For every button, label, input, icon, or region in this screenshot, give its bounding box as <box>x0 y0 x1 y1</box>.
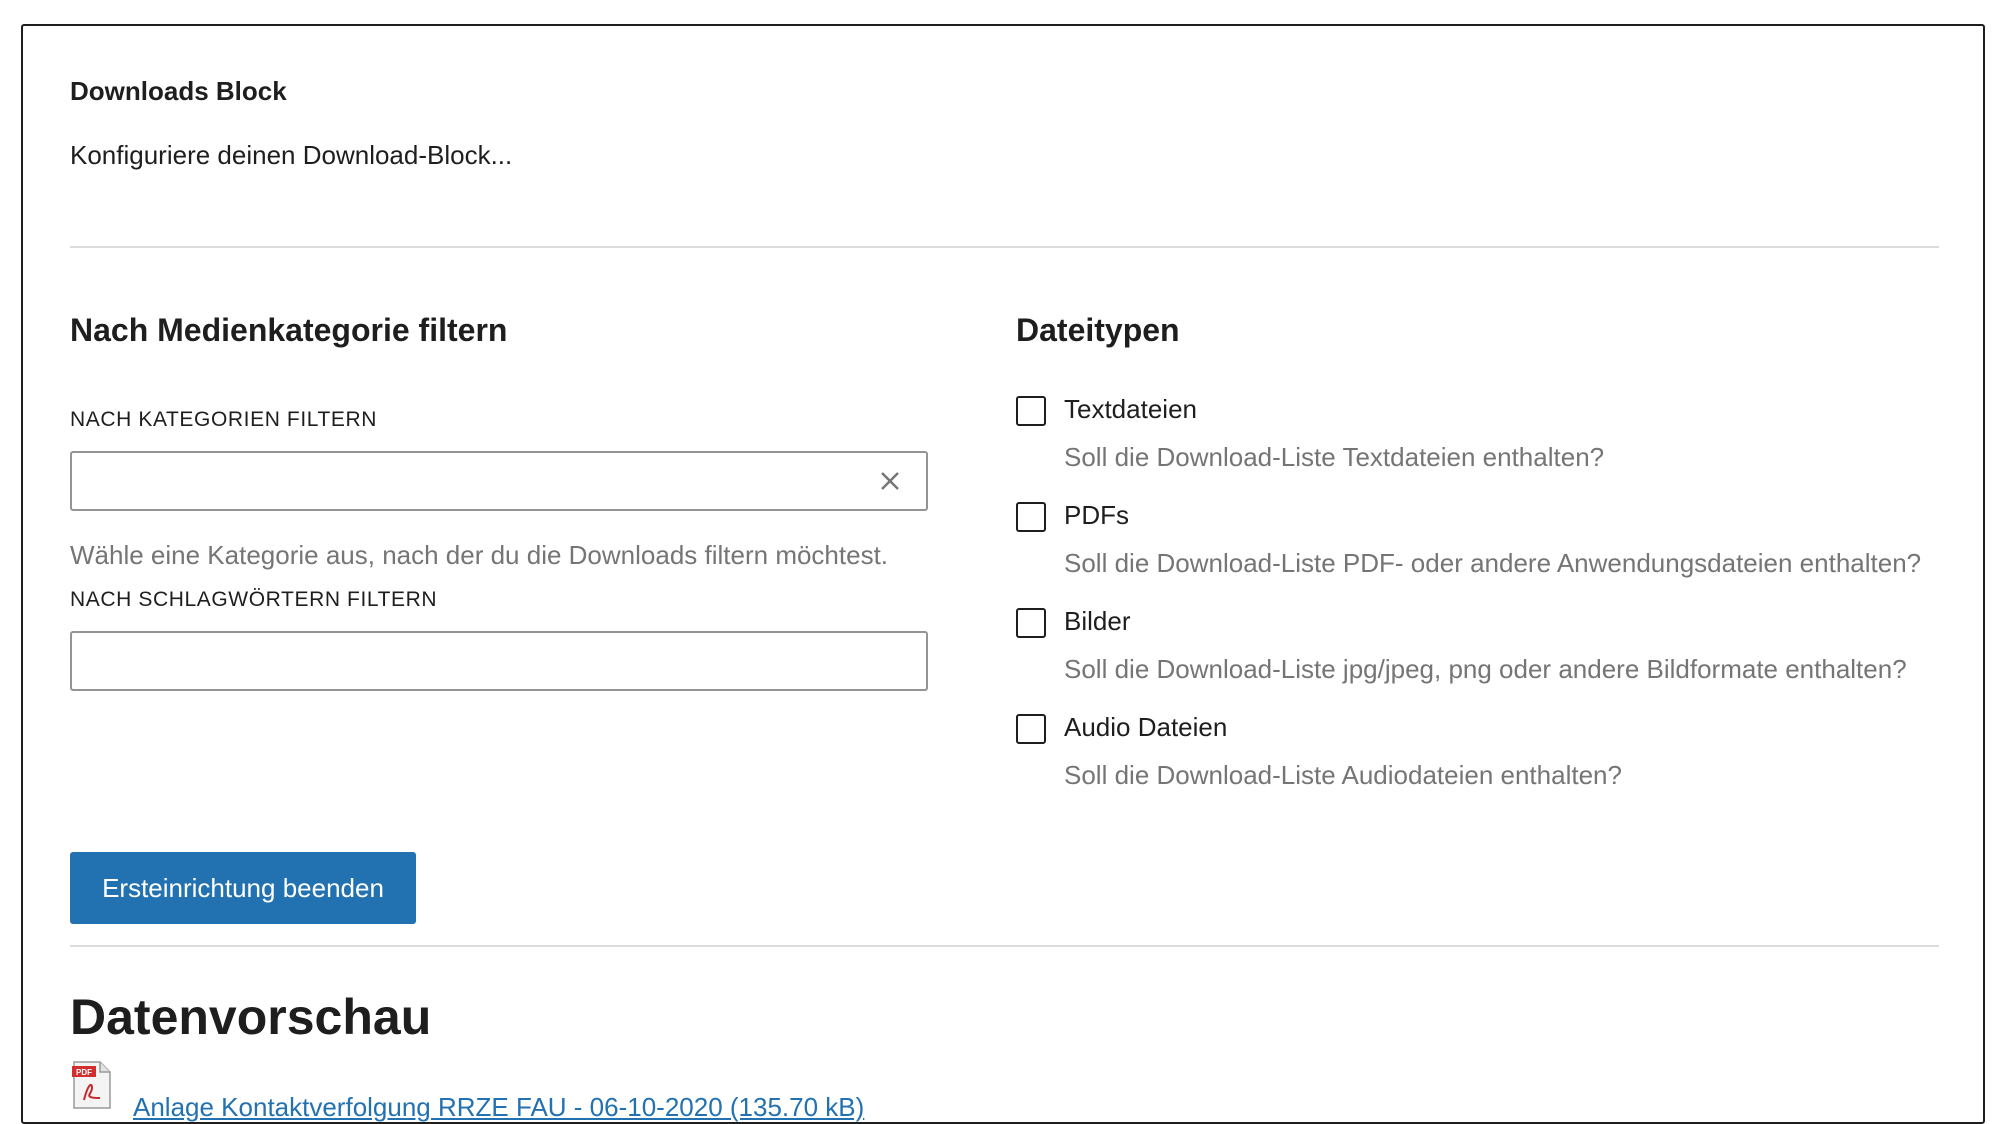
tag-filter-label: NACH SCHLAGWÖRTERN FILTERN <box>70 588 438 611</box>
downloads-block-panel: Downloads Block Konfiguriere deinen Down… <box>21 24 1985 1124</box>
close-icon[interactable] <box>876 467 904 495</box>
bilder-checkbox[interactable] <box>1016 608 1046 638</box>
textdateien-checkbox[interactable] <box>1016 396 1046 426</box>
block-title: Downloads Block <box>70 76 287 106</box>
pdf-file-icon: PDF <box>72 1061 111 1109</box>
option-label[interactable]: Bilder <box>1064 606 1130 637</box>
block-description: Konfiguriere deinen Download-Block... <box>70 140 513 170</box>
pdfs-checkbox[interactable] <box>1016 502 1046 532</box>
option-help: Soll die Download-Liste Textdateien enth… <box>1064 442 1605 472</box>
category-filter-input[interactable] <box>70 451 928 511</box>
option-help: Soll die Download-Liste PDF- oder andere… <box>1064 548 1922 578</box>
divider <box>70 246 1939 248</box>
filetypes-heading: Dateitypen <box>1016 312 1180 348</box>
finish-setup-button[interactable]: Ersteinrichtung beenden <box>70 852 416 924</box>
tag-filter-input[interactable] <box>70 631 928 691</box>
svg-text:PDF: PDF <box>76 1068 92 1077</box>
option-help: Soll die Download-Liste jpg/jpeg, png od… <box>1064 654 1907 684</box>
audio-checkbox[interactable] <box>1016 714 1046 744</box>
category-filter-help: Wähle eine Kategorie aus, nach der du di… <box>70 540 889 570</box>
option-label[interactable]: PDFs <box>1064 500 1129 531</box>
divider <box>70 945 1939 947</box>
option-label[interactable]: Audio Dateien <box>1064 712 1227 743</box>
media-category-filter-heading: Nach Medienkategorie filtern <box>70 312 508 348</box>
option-label[interactable]: Textdateien <box>1064 394 1197 425</box>
data-preview-heading: Datenvorschau <box>70 989 432 1045</box>
option-help: Soll die Download-Liste Audiodateien ent… <box>1064 760 1622 790</box>
download-link[interactable]: Anlage Kontaktverfolgung RRZE FAU - 06-1… <box>133 1092 864 1123</box>
category-filter-label: NACH KATEGORIEN FILTERN <box>70 408 378 431</box>
